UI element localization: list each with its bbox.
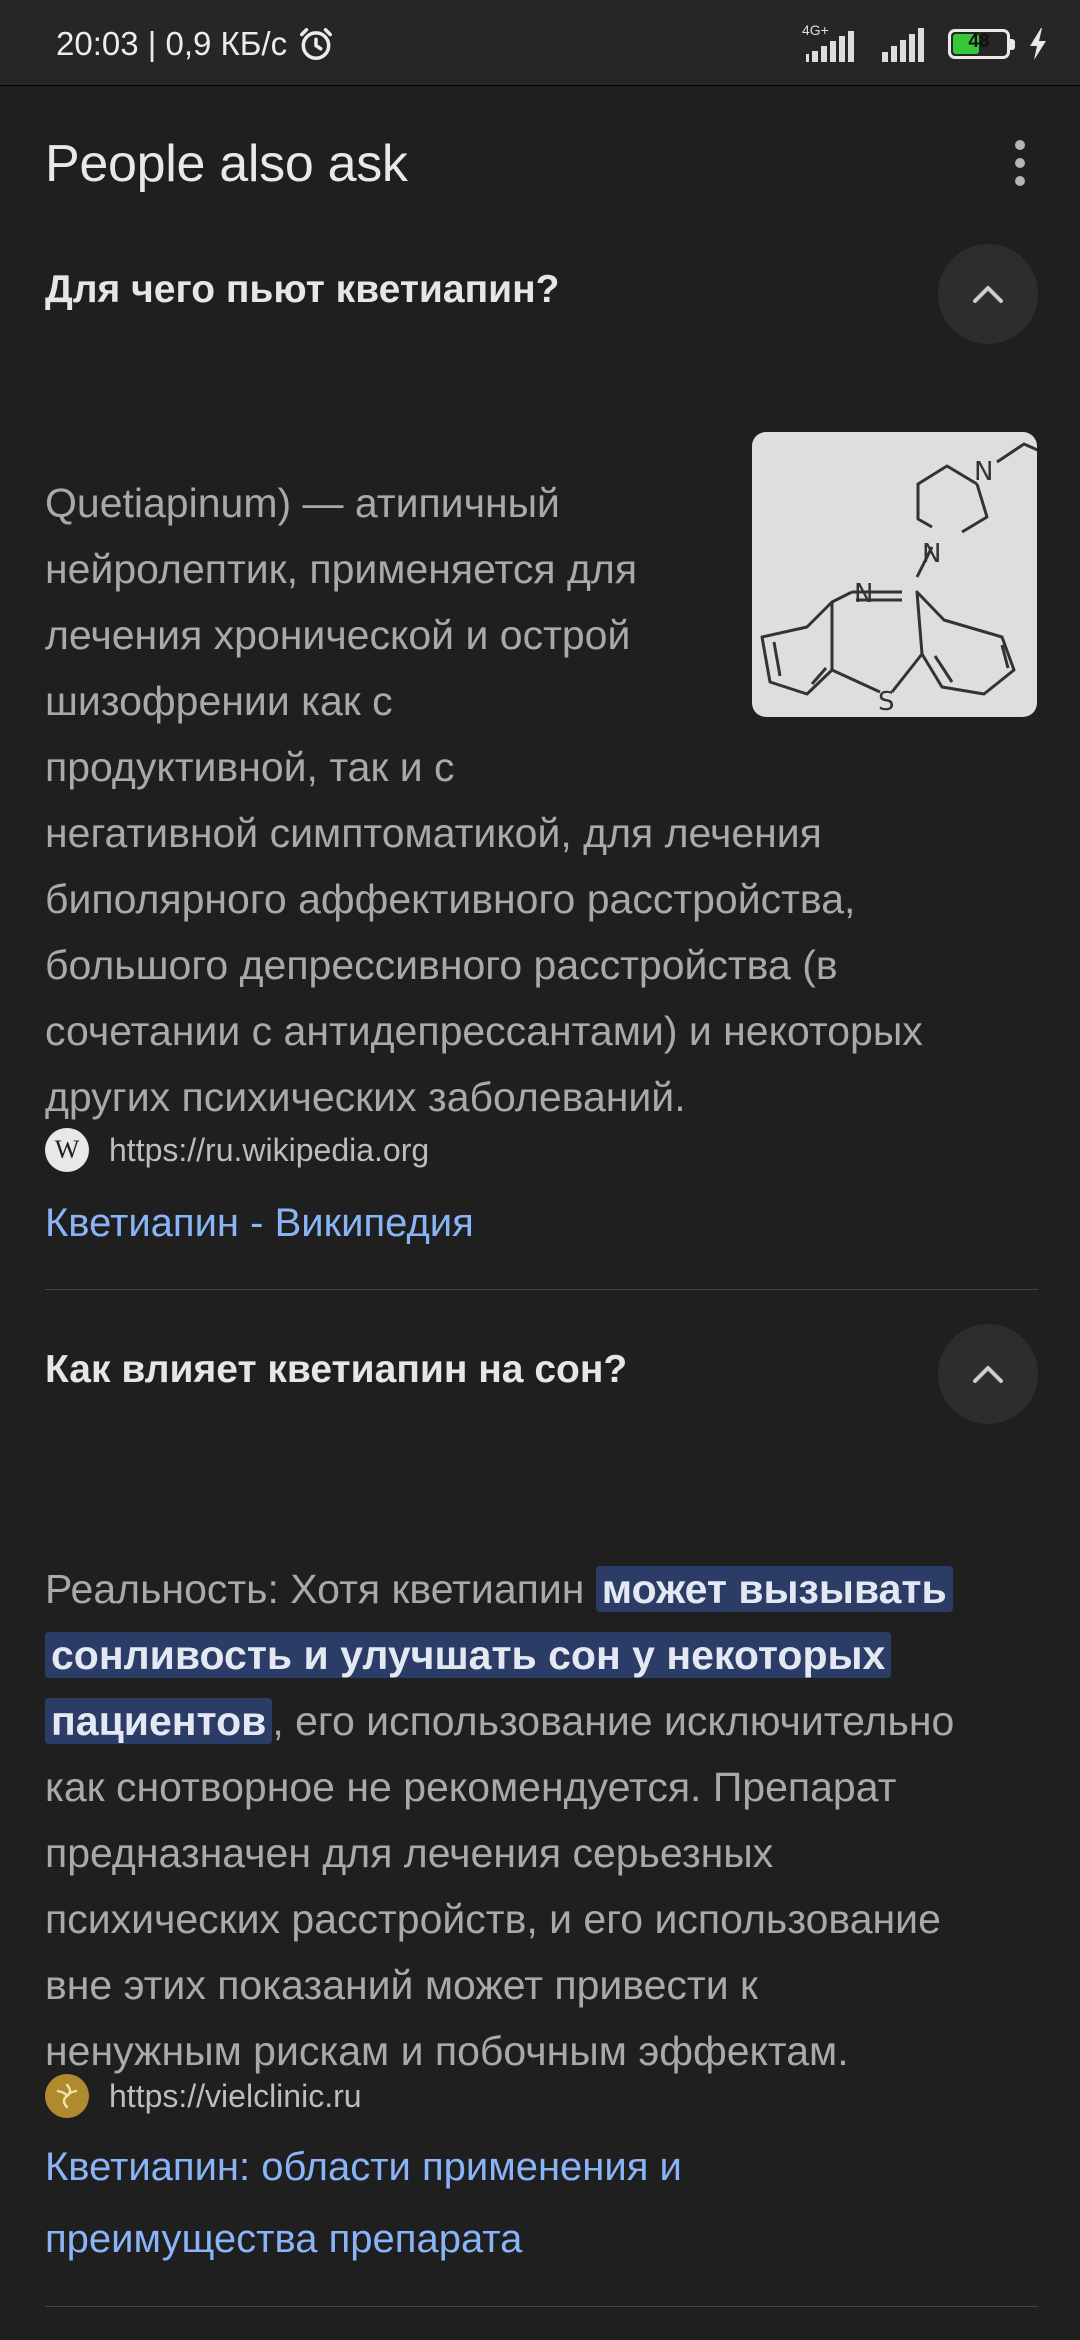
answer-2-text: , его использование исключительно xyxy=(272,1698,955,1744)
answer-1-line: большого депрессивного расстройства (в xyxy=(45,942,838,988)
answer-1-line: других психических заболеваний. xyxy=(45,1074,686,1120)
nitrogen-label: N xyxy=(854,579,873,609)
status-time-speed: 20:03 | 0,9 КБ/с xyxy=(56,25,288,62)
answer-2-text: Реальность: Хотя кветиапин xyxy=(45,1566,596,1612)
status-bar: 20:03 | 0,9 КБ/с 4G+ 48 xyxy=(0,0,1080,86)
nitrogen-label: N xyxy=(974,457,993,487)
answer-2-line: ненужным рискам и побочным эффектам. xyxy=(45,2028,849,2074)
answer-1-line: нейролептик, применяется для xyxy=(45,546,638,592)
answer-2-line: психических расстройств, и его использов… xyxy=(45,1896,941,1942)
collapse-button-2[interactable] xyxy=(938,1324,1038,1424)
answer-1-line: продуктивной, так и с xyxy=(45,744,455,790)
question-1[interactable]: Для чего пьют кветиапин? xyxy=(45,268,560,312)
source-2[interactable]: https://vielclinic.ru xyxy=(45,2074,362,2118)
answer-1-line: шизофрении как с xyxy=(45,678,393,724)
answer-2-highlight: пациентов xyxy=(45,1698,273,1744)
more-options-icon[interactable] xyxy=(1005,140,1035,200)
signal-icon xyxy=(882,28,924,62)
chevron-up-icon xyxy=(973,1366,1003,1383)
sulfur-label: S xyxy=(878,687,895,717)
source-url-2: https://vielclinic.ru xyxy=(109,2077,362,2114)
divider xyxy=(45,2306,1038,2307)
source-1[interactable]: W https://ru.wikipedia.org xyxy=(45,1128,429,1172)
alarm-icon xyxy=(300,28,333,60)
source-url-1: https://ru.wikipedia.org xyxy=(109,1131,430,1168)
signal-4g-icon: 4G+ xyxy=(802,22,864,64)
people-also-ask-title: People also ask xyxy=(45,135,408,193)
answer-2: Реальность: Хотя кветиапин может вызыват… xyxy=(45,1556,954,2084)
divider xyxy=(45,1289,1038,1290)
answer-1-line: лечения хронической и острой xyxy=(45,612,631,658)
answer-2-highlight: может вызывать xyxy=(595,1566,953,1612)
charging-icon xyxy=(1030,28,1046,60)
answer-1-line: сочетании с антидепрессантами) и некотор… xyxy=(45,1008,923,1054)
vielclinic-favicon-icon xyxy=(45,2074,89,2118)
answer-2-line: вне этих показаний может привести к xyxy=(45,1962,758,2008)
answer-1-line: негативной симптоматикой, для лечения xyxy=(45,810,822,856)
chevron-up-icon xyxy=(973,286,1003,303)
collapse-button-1[interactable] xyxy=(938,244,1038,344)
result-link-2[interactable]: Кветиапин: области применения и преимуще… xyxy=(45,2131,682,2275)
wikipedia-favicon-icon: W xyxy=(45,1128,89,1172)
status-left: 20:03 | 0,9 КБ/с xyxy=(56,24,335,64)
answer-1-line: биполярного аффективного расстройства, xyxy=(45,876,856,922)
answer-2-highlight: сонливость и улучшать сон у некоторых xyxy=(45,1632,892,1678)
answer-2-line: предназначен для лечения серьезных xyxy=(45,1830,774,1876)
question-2[interactable]: Как влияет кветиапин на сон? xyxy=(45,1348,627,1392)
quetiapine-structure-image[interactable]: N N N S xyxy=(752,432,1037,717)
result-link-1[interactable]: Кветиапин - Википедия xyxy=(45,1187,474,1259)
status-right: 4G+ 48 xyxy=(802,22,1050,66)
answer-1-line: Quetiapinum) — атипичный xyxy=(45,480,560,526)
answer-2-line: как снотворное не рекомендуется. Препара… xyxy=(45,1764,897,1810)
nitrogen-label: N xyxy=(922,539,941,569)
battery-percent: 48 xyxy=(968,31,990,52)
battery-icon: 48 xyxy=(948,29,1015,59)
